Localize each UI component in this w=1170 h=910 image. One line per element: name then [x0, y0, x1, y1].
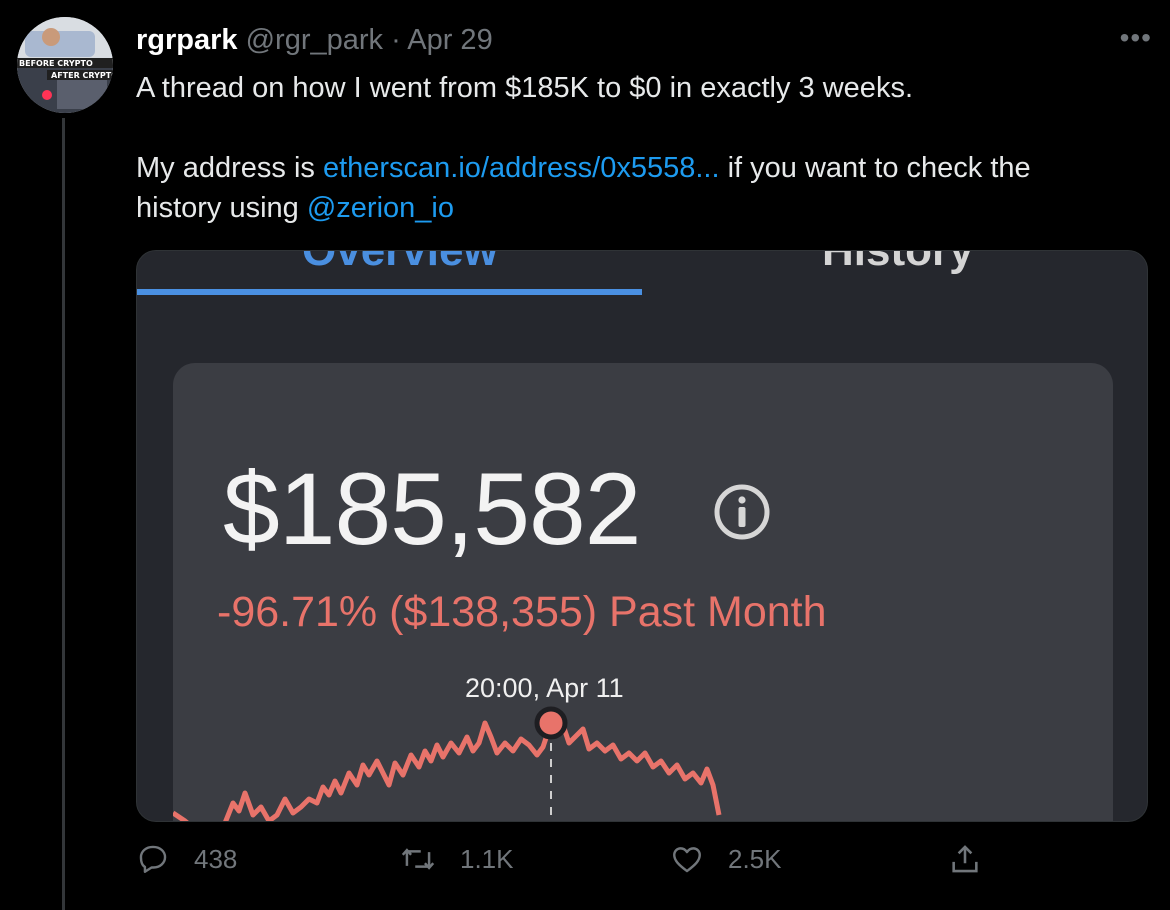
handle[interactable]: @rgr_park: [246, 24, 383, 56]
tweet-line-2: My address is etherscan.io/address/0x555…: [136, 148, 1146, 188]
like-count: 2.5K: [728, 843, 782, 874]
text-fragment: if you want to check the: [719, 152, 1031, 184]
text-fragment: history using: [136, 192, 307, 224]
separator: ·: [391, 24, 401, 56]
avatar-image: BEFORE CRYPTO AFTER CRYPTO: [17, 17, 113, 113]
retweet-icon: [401, 848, 435, 870]
tweet-header: rgrpark @rgr_park · Apr 29: [136, 22, 493, 58]
portfolio-card: $185,582 -96.71% ($138,355) Past Month 2…: [173, 363, 1113, 821]
tweet-line-1: A thread on how I went from $185K to $0 …: [136, 72, 913, 104]
tweet-actions: 438 1.1K 2.5K: [136, 842, 1146, 892]
tab-indicator: [137, 289, 642, 295]
like-icon: [673, 847, 701, 873]
price-chart: [173, 706, 722, 821]
thread-line: [62, 118, 65, 910]
percent-change: -96.71% ($138,355) Past Month: [217, 588, 827, 636]
etherscan-link[interactable]: etherscan.io/address/0x5558...: [323, 152, 720, 184]
share-button[interactable]: [948, 842, 982, 876]
reply-count: 438: [194, 843, 238, 874]
display-name[interactable]: rgrpark: [136, 24, 238, 56]
tab-overview: Overview: [302, 250, 498, 275]
tweet-text: A thread on how I went from $185K to $0 …: [136, 68, 1146, 228]
chart-tooltip-time: 20:00, Apr 11: [465, 673, 624, 703]
info-icon: [714, 484, 770, 540]
reply-button[interactable]: 438: [136, 842, 237, 876]
share-icon: [952, 845, 978, 873]
tweet-line-3: history using @zerion_io: [136, 188, 1146, 228]
more-options-icon[interactable]: •••: [1120, 22, 1152, 54]
tab-history: History: [822, 250, 974, 275]
chart-point-marker: [534, 706, 568, 740]
balance-value: $185,582: [223, 452, 641, 566]
text-fragment: My address is: [136, 152, 323, 184]
zerion-mention[interactable]: @zerion_io: [307, 192, 454, 224]
price-line: [173, 714, 722, 821]
svg-text:BEFORE CRYPTO: BEFORE CRYPTO: [19, 59, 93, 68]
svg-text:AFTER CRYPTO: AFTER CRYPTO: [51, 71, 113, 80]
tweet-date[interactable]: Apr 29: [407, 24, 492, 56]
retweet-count: 1.1K: [460, 843, 514, 874]
retweet-button[interactable]: 1.1K: [400, 842, 514, 876]
avatar[interactable]: BEFORE CRYPTO AFTER CRYPTO: [17, 17, 113, 113]
tweet-image[interactable]: Overview History $185,582 -96.71% ($138,…: [136, 250, 1148, 822]
like-button[interactable]: 2.5K: [670, 842, 782, 876]
reply-icon: [139, 845, 167, 873]
